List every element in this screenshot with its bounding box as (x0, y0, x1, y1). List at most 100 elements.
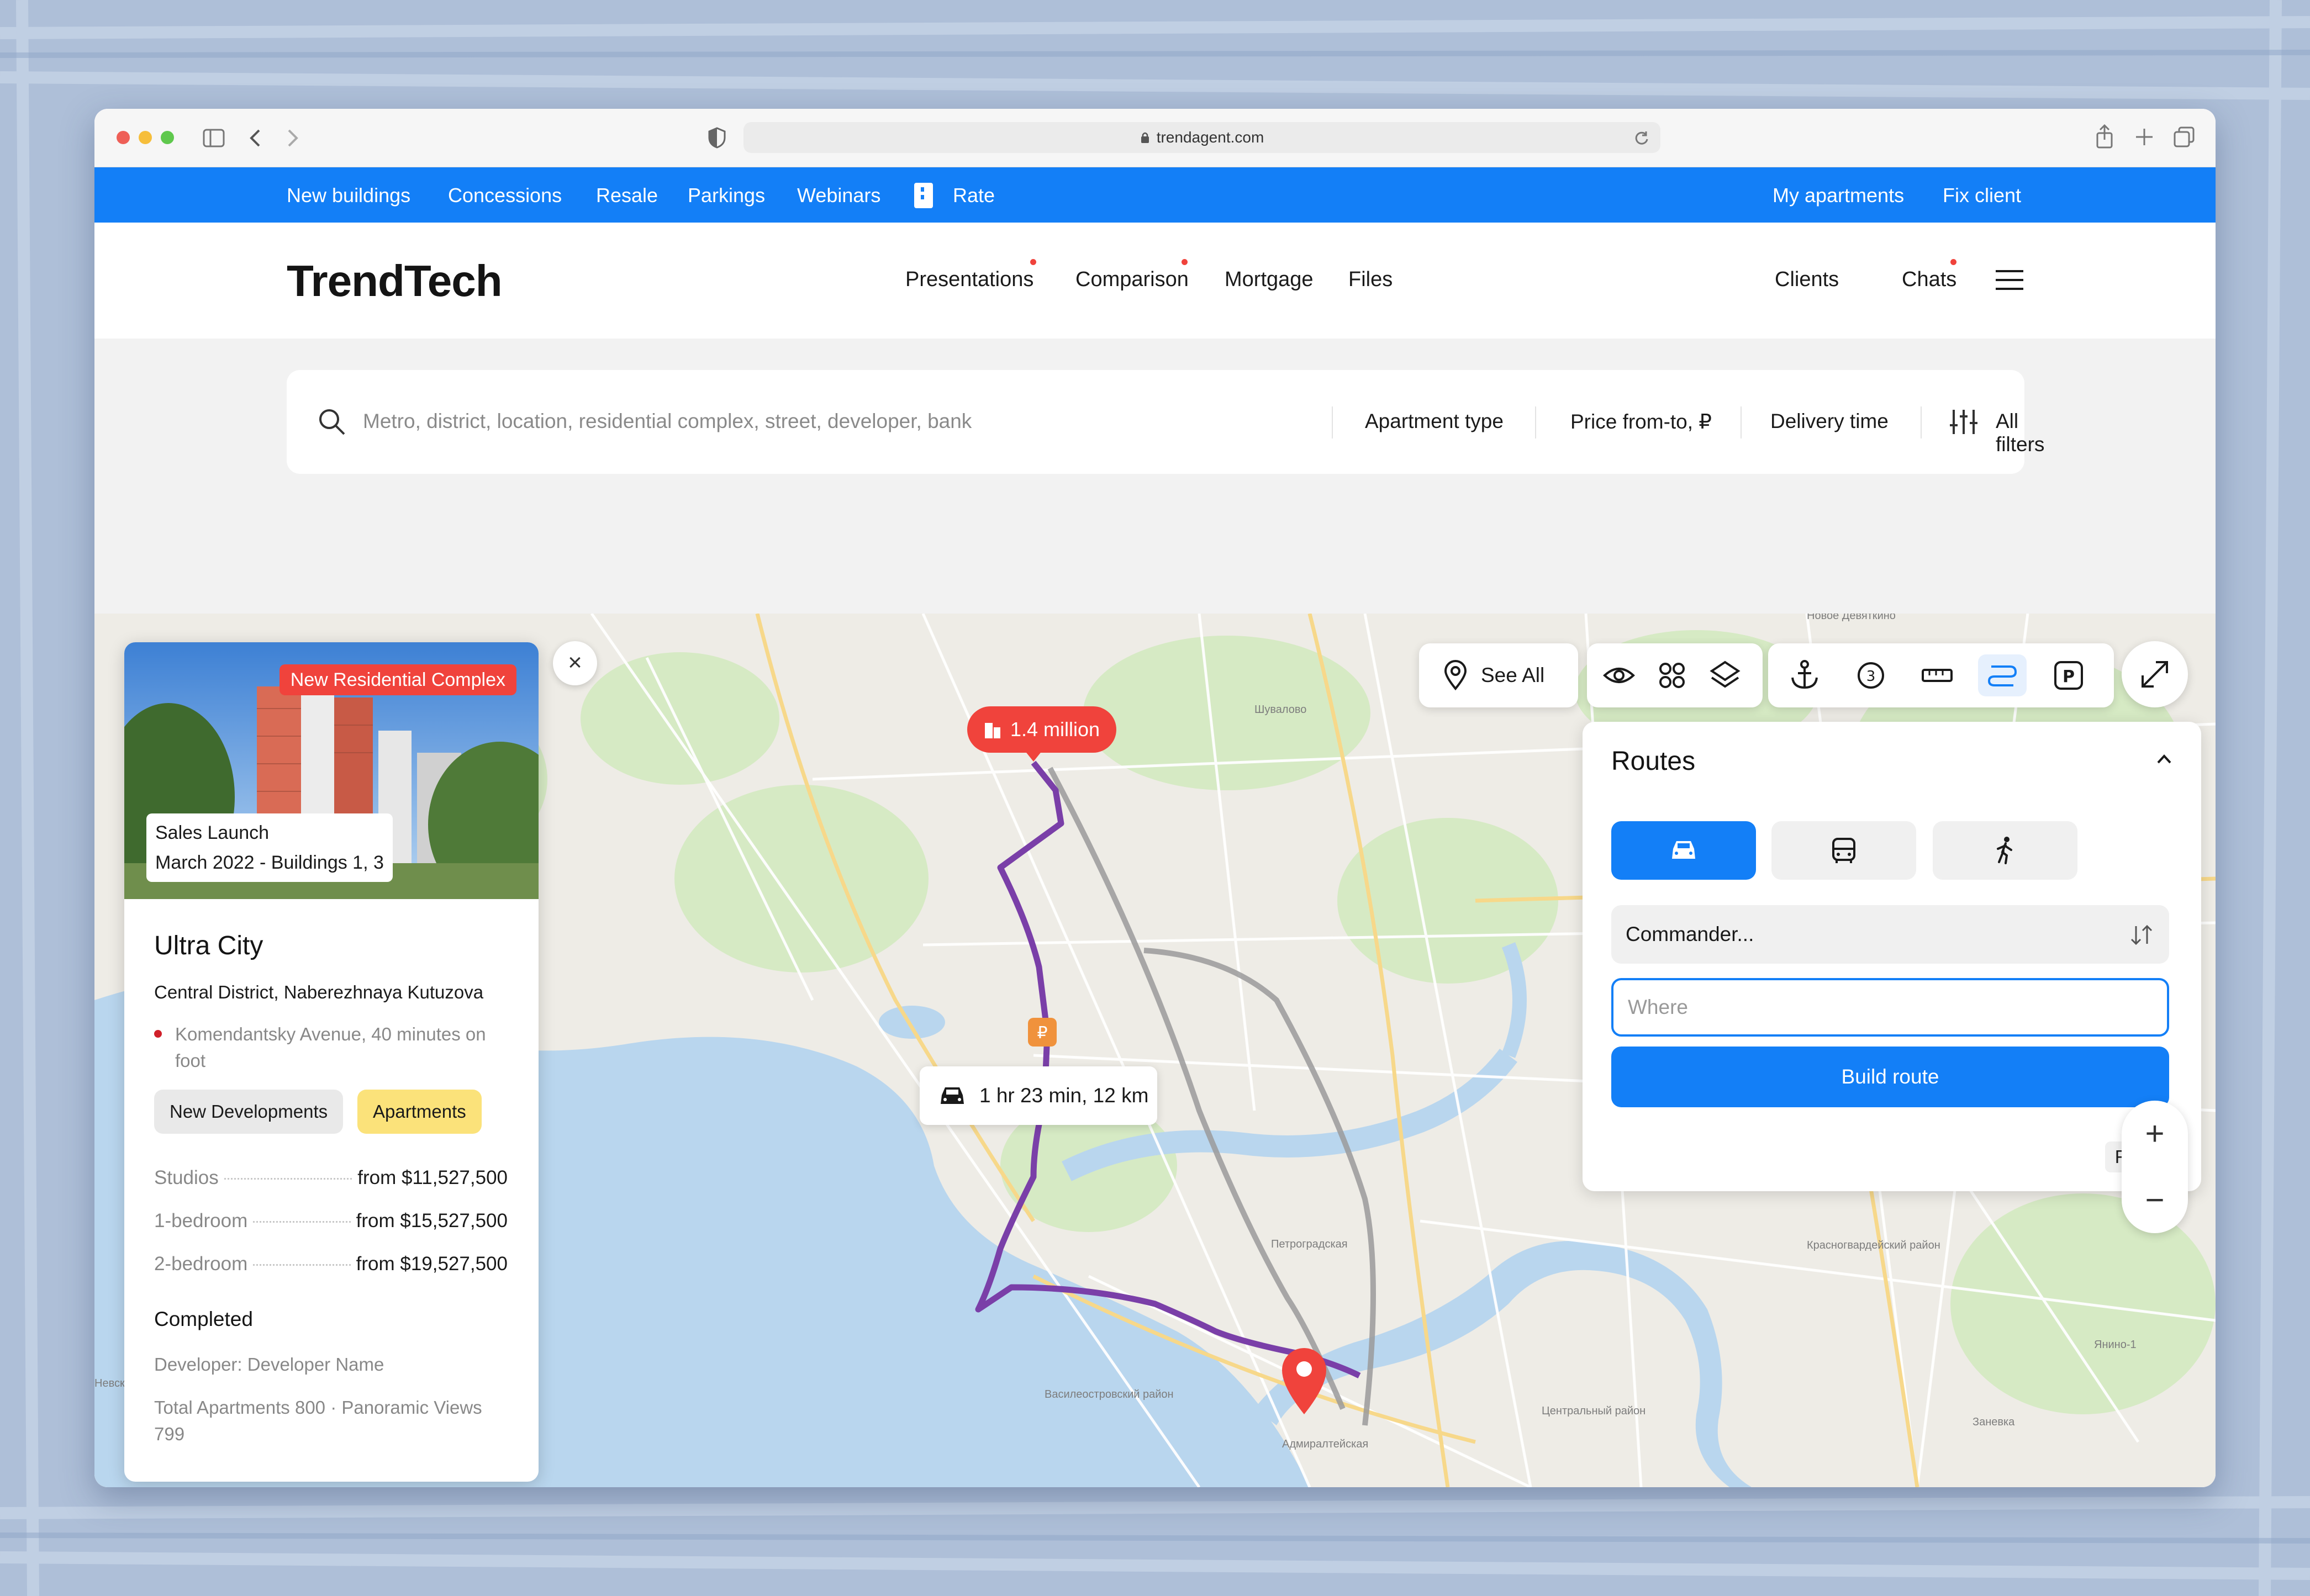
car-icon (1672, 841, 1695, 859)
eye-icon[interactable] (1602, 659, 1636, 692)
layers-icon[interactable] (1708, 659, 1742, 692)
nav-files[interactable]: Files (1348, 268, 1393, 292)
nav-webinars[interactable]: Webinars (797, 184, 880, 207)
nav-chats[interactable]: Chats (1902, 268, 1956, 292)
nav-mortgage[interactable]: Mortgage (1225, 268, 1314, 292)
fullscreen-button[interactable] (2122, 641, 2188, 707)
listing-developer: Developer: Developer Name (154, 1354, 384, 1375)
svg-text:3: 3 (1866, 668, 1876, 685)
new-complex-badge: New Residential Complex (279, 664, 516, 695)
ruler-icon[interactable] (1921, 659, 1954, 692)
location-pin-icon (1444, 660, 1467, 691)
browser-window: trendagent.com New buildings Concessions… (94, 109, 2216, 1487)
reload-icon[interactable] (1634, 130, 1649, 146)
back-icon[interactable] (248, 129, 262, 147)
filter-all[interactable]: All filters (1996, 410, 2044, 456)
chevron-up-icon[interactable] (2156, 754, 2172, 765)
map-view[interactable]: ₽ Новое Девяткино Петроградская Василеос… (94, 614, 2216, 1487)
close-window-button[interactable] (117, 131, 130, 144)
route-info: 1 hr 23 min, 12 km (920, 1066, 1157, 1125)
listing-title[interactable]: Ultra City (154, 931, 263, 961)
notification-dot (1950, 259, 1956, 265)
listing-card[interactable]: New Residential Complex Sales Launch Mar… (124, 642, 539, 1482)
nav-fix-client[interactable]: Fix client (1943, 184, 2021, 207)
hamburger-icon[interactable] (1995, 269, 2024, 291)
price-pin-label: 1.4 million (1010, 718, 1100, 741)
notification-dot (1030, 259, 1036, 265)
url-text: trendagent.com (1156, 129, 1264, 146)
sales-launch-label: Sales Launch March 2022 - Buildings 1, 3 (146, 813, 393, 882)
route-to-input[interactable]: Where (1611, 978, 2169, 1037)
map-label: Красногвардейский район (1807, 1239, 1940, 1251)
map-label: Адмиралтейская (1282, 1438, 1368, 1450)
listing-metro: Komendantsky Avenue, 40 minutes on foot (175, 1024, 486, 1071)
expand-icon (2142, 661, 2168, 688)
filter-delivery-time[interactable]: Delivery time (1770, 410, 1889, 433)
bus-icon (1832, 838, 1855, 863)
car-icon (941, 1087, 964, 1104)
nav-concessions[interactable]: Concessions (448, 184, 562, 207)
map-label: Янино-1 (2094, 1339, 2137, 1351)
see-all-control[interactable]: See All (1419, 643, 1578, 707)
tag-new-developments[interactable]: New Developments (154, 1090, 344, 1134)
notification-dot (1182, 259, 1188, 265)
route-icon[interactable] (1986, 659, 2019, 692)
price-type: 1-bedroom (154, 1210, 248, 1232)
price-row: Studios from $11,527,500 (154, 1167, 508, 1189)
anchor-icon[interactable] (1788, 659, 1821, 692)
filter-apartment-type[interactable]: Apartment type (1365, 410, 1504, 433)
search-icon (319, 409, 345, 435)
nav-resale[interactable]: Resale (596, 184, 658, 207)
route-from-input[interactable]: Commander... (1611, 905, 2169, 964)
site-logo[interactable]: TrendTech (287, 256, 503, 306)
lock-icon (1141, 132, 1149, 143)
site-header: TrendTech Presentations Comparison Mortg… (94, 223, 2216, 339)
map-label: Петроградская (1271, 1238, 1348, 1250)
parking-marker-icon: ₽ (1028, 1018, 1057, 1047)
zoom-in-button[interactable]: + (2122, 1101, 2188, 1167)
price-type: 2-bedroom (154, 1253, 248, 1275)
maximize-window-button[interactable] (161, 131, 174, 144)
nav-parkings[interactable]: Parkings (688, 184, 765, 207)
parking-icon[interactable]: P (2052, 659, 2085, 692)
nav-new-buildings[interactable]: New buildings (287, 184, 410, 207)
minimize-window-button[interactable] (139, 131, 152, 144)
swap-icon[interactable] (2129, 924, 2154, 946)
price-value: from $15,527,500 (356, 1210, 508, 1232)
nav-presentations[interactable]: Presentations (905, 268, 1033, 292)
price-pin[interactable]: 1.4 million (967, 706, 1117, 753)
address-bar[interactable]: trendagent.com (743, 122, 1660, 153)
price-value: from $19,527,500 (356, 1253, 508, 1275)
nav-comparison[interactable]: Comparison (1075, 268, 1189, 292)
filter-price[interactable]: Price from-to, ₽ (1570, 410, 1712, 434)
grid-dots-icon[interactable] (1655, 659, 1689, 692)
mode-bus-button[interactable] (1771, 821, 1916, 880)
nav-my-apartments[interactable]: My apartments (1773, 184, 1904, 207)
mode-car-button[interactable] (1611, 821, 1756, 880)
price-row: 2-bedroom from $19,527,500 (154, 1253, 508, 1275)
tab-overview-icon[interactable] (2174, 126, 2195, 147)
share-icon[interactable] (2095, 124, 2114, 149)
close-card-button[interactable]: × (553, 641, 597, 685)
new-tab-icon[interactable] (2135, 128, 2154, 146)
layers-toolbox (1587, 643, 1763, 707)
nav-clients[interactable]: Clients (1775, 268, 1839, 292)
filters-sliders-icon[interactable] (1949, 408, 1978, 436)
search-area: Metro, district, location, residential c… (94, 339, 2216, 614)
search-input[interactable]: Metro, district, location, residential c… (363, 410, 972, 433)
build-route-button[interactable]: Build route (1611, 1047, 2169, 1107)
metro-icon (154, 1030, 162, 1038)
pin-pointer (1025, 751, 1042, 762)
timer-3-icon[interactable]: 3 (1854, 659, 1887, 692)
map-label: Шувалово (1254, 704, 1306, 716)
tag-apartments[interactable]: Apartments (357, 1090, 482, 1134)
divider (1921, 406, 1922, 438)
zoom-out-button[interactable]: − (2122, 1167, 2188, 1233)
price-value: from $11,527,500 (357, 1167, 508, 1188)
nav-rate[interactable]: Rate (953, 184, 995, 207)
mode-walk-button[interactable] (1933, 821, 2077, 880)
sidebar-icon[interactable] (203, 129, 225, 147)
privacy-shield-icon[interactable] (708, 126, 726, 149)
map-label: Центральный район (1542, 1405, 1646, 1417)
forward-icon[interactable] (286, 129, 300, 147)
